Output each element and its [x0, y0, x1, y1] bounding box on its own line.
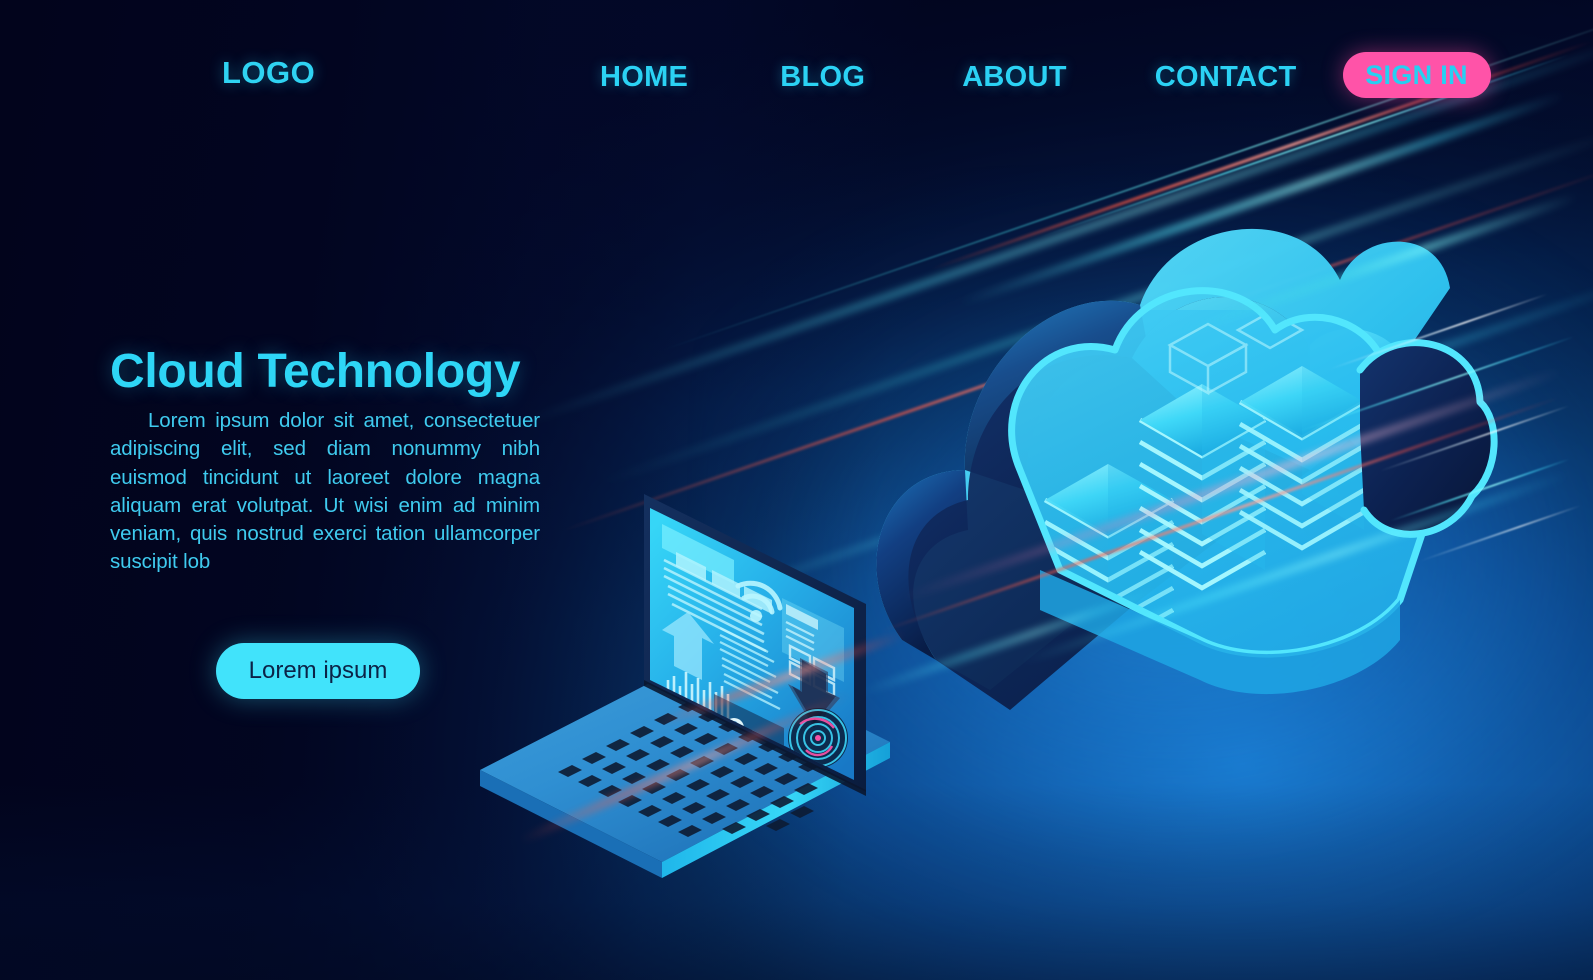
- cta-wrapper: Lorem ipsum: [216, 643, 420, 699]
- sign-in-button[interactable]: SIGN IN: [1342, 52, 1491, 98]
- nav-item-blog[interactable]: BLOG: [780, 61, 865, 94]
- logo[interactable]: LOGO: [222, 55, 315, 91]
- nav-item-home[interactable]: HOME: [600, 61, 688, 94]
- hero-text-block: Cloud Technology Lorem ipsum dolor sit a…: [110, 345, 540, 577]
- nav-item-about[interactable]: ABOUT: [962, 61, 1067, 94]
- landing-page-root: LOGO HOME BLOG ABOUT CONTACT SIGN IN Clo…: [0, 0, 1593, 980]
- hero-description: Lorem ipsum dolor sit amet, consectetuer…: [110, 408, 540, 574]
- nav-links: HOME BLOG ABOUT CONTACT SIGN IN: [600, 52, 1491, 98]
- top-navigation-bar: LOGO HOME BLOG ABOUT CONTACT SIGN IN: [0, 0, 1593, 148]
- cta-button[interactable]: Lorem ipsum: [216, 643, 420, 699]
- page-title: Cloud Technology: [110, 345, 521, 398]
- background-bottom-fade: [0, 784, 1593, 980]
- nav-item-contact[interactable]: CONTACT: [1155, 61, 1297, 94]
